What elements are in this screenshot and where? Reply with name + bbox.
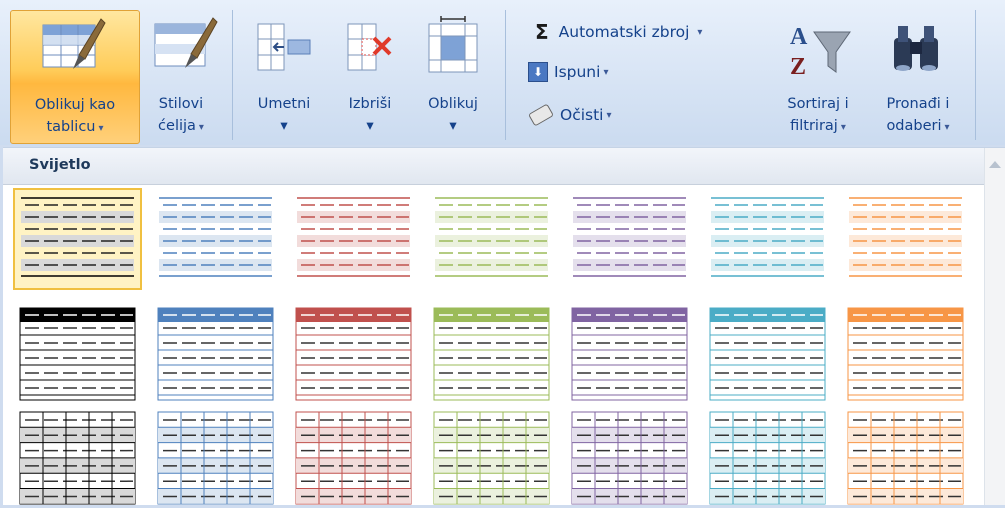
autosum-button[interactable]: Σ Automatski zbroj ▾	[535, 20, 702, 44]
cell-styles-label-2: ćelija ▾	[141, 116, 221, 138]
group-separator	[232, 10, 233, 140]
sigma-icon: Σ	[535, 20, 549, 44]
delete-label: Izbriši	[348, 96, 392, 112]
chevron-down-icon: ▾	[944, 122, 950, 133]
table-style-swatch[interactable]	[13, 188, 142, 290]
chevron-down-icon: ▾	[366, 118, 374, 134]
format-cells-icon	[428, 16, 478, 73]
delete-cells-icon	[347, 23, 392, 71]
chevron-down-icon: ▾	[697, 26, 703, 38]
svg-text:Z: Z	[790, 54, 806, 80]
format-as-table-label-1: Oblikuj kao	[34, 97, 116, 113]
eraser-icon	[527, 103, 555, 127]
svg-text:A: A	[790, 24, 808, 50]
table-style-swatch[interactable]	[429, 190, 554, 288]
ribbon: Oblikuj kao tablicu ▾ Stilovi ćelija ▾ Ume…	[0, 0, 1005, 145]
clear-label: Očisti	[560, 106, 604, 124]
table-style-swatch[interactable]	[843, 410, 968, 508]
cell-styles-icon	[154, 17, 218, 68]
cell-styles-button[interactable]: Stilovi ćelija ▾	[141, 10, 221, 142]
chevron-down-icon: ▾	[603, 66, 609, 78]
format-as-table-label-2: tablicu ▾	[11, 117, 139, 139]
find-select-button[interactable]: Pronađi i odaberi ▾	[868, 10, 968, 142]
fill-button[interactable]: ⬇ Ispuni ▾	[528, 62, 608, 82]
table-style-swatch[interactable]	[291, 410, 416, 508]
table-style-swatch[interactable]	[843, 190, 968, 288]
scroll-up-arrow-icon[interactable]	[985, 154, 1005, 174]
chevron-down-icon: ▾	[840, 122, 846, 133]
binoculars-icon	[894, 26, 938, 71]
sort-filter-line2: filtriraj	[790, 118, 838, 134]
table-style-swatch[interactable]	[15, 306, 140, 404]
table-style-swatch[interactable]	[429, 410, 554, 508]
find-select-label-1: Pronađi i	[886, 96, 950, 112]
table-style-swatch[interactable]	[705, 306, 830, 404]
section-title-light: Svijetlo	[29, 157, 91, 173]
chevron-down-icon: ▾	[198, 122, 204, 133]
chevron-down-icon: ▾	[606, 109, 612, 121]
table-style-swatch[interactable]	[15, 410, 140, 508]
sort-filter-label-2: filtriraj ▾	[770, 116, 866, 138]
sort-az-filter-icon: A Z	[790, 24, 851, 80]
table-style-swatch[interactable]	[153, 306, 278, 404]
gallery-scrollbar[interactable]	[984, 148, 1005, 505]
table-brush-icon	[42, 18, 106, 69]
delete-button[interactable]: Izbriši ▾	[334, 10, 406, 142]
format-as-table-button[interactable]: Oblikuj kao tablicu ▾	[10, 10, 140, 144]
table-style-swatch[interactable]	[705, 410, 830, 508]
table-style-swatch[interactable]	[429, 306, 554, 404]
table-style-swatch[interactable]	[153, 190, 278, 288]
chevron-down-icon: ▾	[98, 123, 104, 134]
find-select-label-2: odaberi ▾	[868, 116, 968, 138]
table-style-swatch[interactable]	[567, 190, 692, 288]
insert-cells-icon	[257, 23, 311, 71]
group-separator	[505, 10, 506, 140]
insert-label: Umetni	[257, 96, 311, 112]
group-separator	[975, 10, 976, 140]
table-style-swatch[interactable]	[291, 190, 416, 288]
format-label: Oblikuj	[428, 96, 478, 112]
chevron-down-icon: ▾	[280, 118, 288, 134]
table-style-swatch[interactable]	[705, 190, 830, 288]
gallery-section-header: Svijetlo	[3, 148, 985, 185]
format-button[interactable]: Oblikuj ▾	[414, 10, 492, 142]
table-style-swatch[interactable]	[153, 410, 278, 508]
find-select-line2: odaberi	[886, 118, 942, 134]
cell-styles-label-1: Stilovi	[158, 96, 204, 112]
sort-filter-button[interactable]: A Z Sortiraj i filtriraj ▾	[770, 10, 866, 142]
cell-styles-line2: ćelija	[158, 118, 196, 134]
insert-button[interactable]: Umetni ▾	[245, 10, 323, 142]
format-as-table-line2: tablicu	[46, 119, 96, 135]
sort-filter-label-1: Sortiraj i	[787, 96, 849, 112]
chevron-down-icon: ▾	[449, 118, 457, 134]
fill-down-icon: ⬇	[528, 62, 548, 82]
table-style-swatch[interactable]	[291, 306, 416, 404]
clear-button[interactable]: Očisti ▾	[527, 103, 612, 127]
fill-label: Ispuni	[554, 63, 601, 81]
table-style-swatch[interactable]	[843, 306, 968, 404]
table-style-swatch[interactable]	[567, 306, 692, 404]
table-style-gallery: Svijetlo	[3, 147, 1005, 505]
autosum-label: Automatski zbroj	[558, 23, 690, 41]
table-style-swatch[interactable]	[567, 410, 692, 508]
